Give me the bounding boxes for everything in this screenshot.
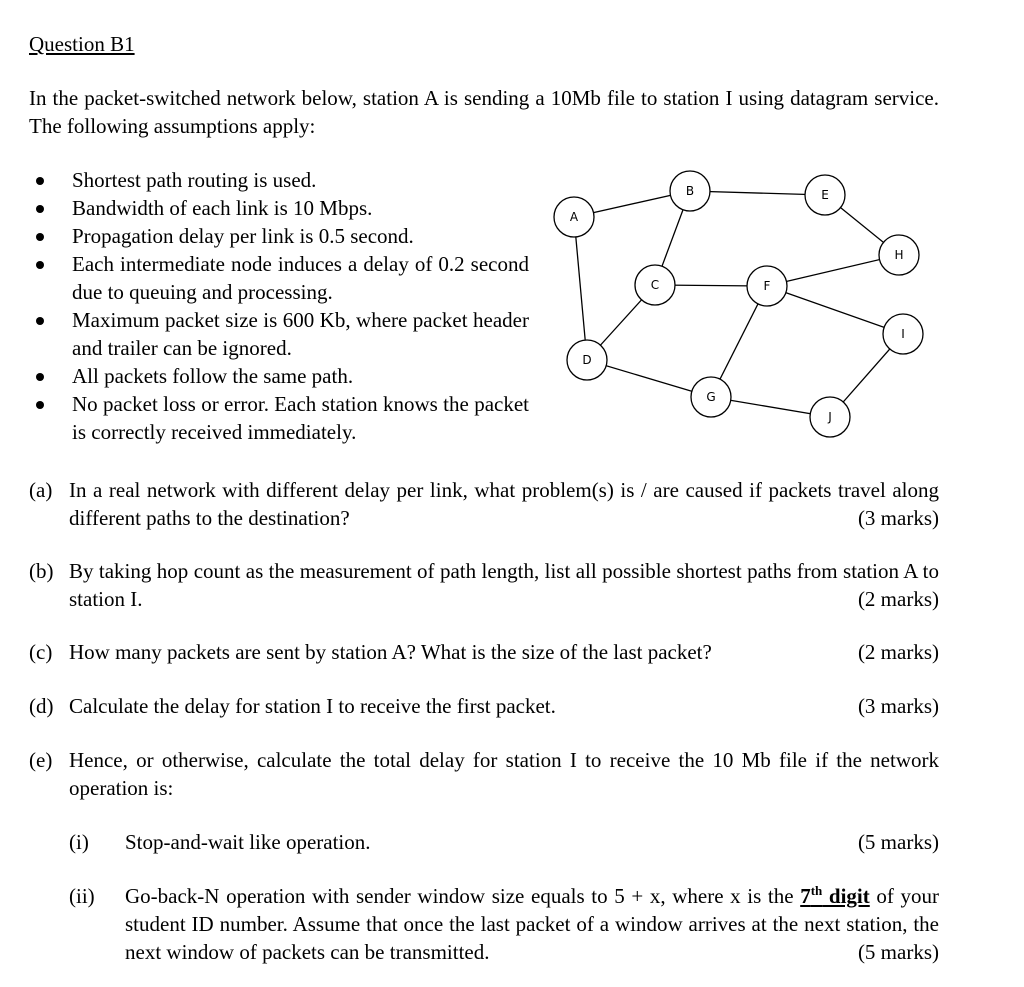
marks: (2 marks) [857,640,939,664]
node-G: G [690,376,732,418]
node-label: G [706,390,715,404]
marks: (3 marks) [857,694,939,718]
assumption-item: All packets follow the same path. [29,362,529,390]
assumption-item: Maximum packet size is 600 Kb, where pac… [29,306,529,362]
question-d: (d) Calculate the delay for station I to… [29,694,939,718]
marks: (2 marks) [857,587,939,611]
node-label: B [686,184,694,198]
intro-paragraph: In the packet-switched network below, st… [29,86,939,138]
node-C: C [634,264,676,306]
node-label: F [764,279,771,293]
node-F: F [746,265,788,307]
assumption-item: Shortest path routing is used. [29,166,529,194]
node-D: D [566,339,608,381]
node-label: H [894,248,903,262]
marks: (3 marks) [857,506,939,530]
node-H: H [878,234,920,276]
node-label: C [651,278,659,292]
node-label: E [821,188,829,202]
node-E: E [804,174,846,216]
bullet-icon [36,317,44,325]
subquestion-ii: (ii) Go-back-N operation with sender win… [69,883,939,964]
bullet-icon [36,205,44,213]
node-label: J [827,410,832,424]
assumption-item: Bandwidth of each link is 10 Mbps. [29,194,529,222]
bullet-icon [36,373,44,381]
link-F-I [766,285,904,335]
question-a: (a) In a real network with different del… [29,478,939,530]
node-label: I [901,327,905,341]
node-label: D [582,353,591,367]
link-A-D [573,216,588,361]
assumption-item: Each intermediate node induces a delay o… [29,250,529,306]
bullet-icon [36,233,44,241]
node-B: B [669,170,711,212]
question-c: (c) How many packets are sent by station… [29,640,939,664]
question-b: (b) By taking hop count as the measureme… [29,559,939,611]
node-I: I [882,313,924,355]
assumption-item: No packet loss or error. Each station kn… [29,390,529,446]
bullet-icon [36,401,44,409]
emphasis-digit: 7th digit [800,883,870,908]
question-title: Question B1 [29,32,135,56]
bullet-icon [36,177,44,185]
assumption-item: Propagation delay per link is 0.5 second… [29,222,529,250]
marks: (5 marks) [857,940,939,964]
bullet-icon [36,261,44,269]
question-e: (e) Hence, or otherwise, calculate the t… [29,748,939,800]
node-J: J [809,396,851,438]
node-A: A [553,196,595,238]
marks: (5 marks) [857,830,939,854]
network-diagram: A B C D E F G H I J [553,170,924,438]
subquestion-i: (i) Stop-and-wait like operation. (5 mark… [69,830,939,854]
assumptions-list: Shortest path routing is used. Bandwidth… [29,166,529,446]
node-label: A [570,210,579,224]
